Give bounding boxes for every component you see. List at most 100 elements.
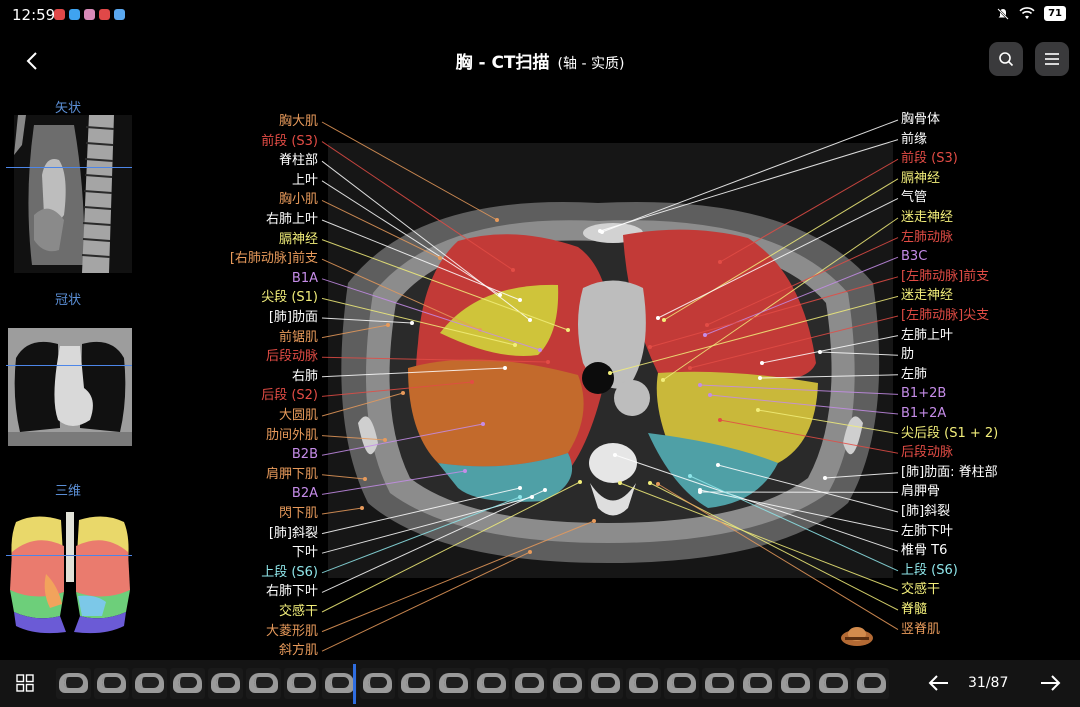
leader-line <box>321 520 595 633</box>
left-anatomy-label[interactable]: 閃下肌 <box>279 506 318 522</box>
slice-thumbnail[interactable] <box>550 668 585 699</box>
right-anatomy-label[interactable]: 迷走神经 <box>901 210 953 226</box>
current-slice-marker[interactable] <box>353 664 356 704</box>
left-anatomy-label[interactable]: 后段 (S2) <box>261 388 318 404</box>
slice-thumbnail-strip[interactable] <box>56 668 904 699</box>
left-anatomy-label[interactable]: B2B <box>292 447 318 463</box>
slice-thumbnail[interactable] <box>816 668 851 699</box>
right-anatomy-label[interactable]: 迷走神经 <box>901 288 953 304</box>
leader-endpoint <box>518 298 522 302</box>
slice-thumbnail[interactable] <box>626 668 661 699</box>
slice-thumbnail[interactable] <box>360 668 395 699</box>
right-anatomy-label[interactable]: 气管 <box>901 190 927 206</box>
right-anatomy-label[interactable]: B1+2A <box>901 406 946 422</box>
leader-line <box>649 276 899 348</box>
leader-endpoint <box>495 218 499 222</box>
leader-endpoint <box>363 477 367 481</box>
left-anatomy-label[interactable]: B1A <box>292 271 318 287</box>
leader-endpoint <box>410 321 414 325</box>
left-anatomy-label[interactable]: 前段 (S3) <box>261 134 318 150</box>
left-anatomy-label[interactable]: 交感干 <box>279 604 318 620</box>
slice-thumbnail[interactable] <box>132 668 167 699</box>
right-anatomy-label[interactable]: B1+2B <box>901 386 946 402</box>
right-anatomy-label[interactable]: 胸骨体 <box>901 112 940 128</box>
right-anatomy-label[interactable]: 竖脊肌 <box>901 622 940 638</box>
right-anatomy-label[interactable]: 膈神经 <box>901 171 940 187</box>
right-anatomy-label[interactable]: 肋 <box>901 347 914 363</box>
left-anatomy-label[interactable]: 后段动脉 <box>266 349 318 365</box>
leader-line <box>657 197 899 319</box>
left-anatomy-label[interactable]: 肩胛下肌 <box>266 467 318 483</box>
slice-thumbnail[interactable] <box>56 668 91 699</box>
leader-line <box>609 295 899 374</box>
right-anatomy-label[interactable]: 前缘 <box>901 132 927 148</box>
right-anatomy-label[interactable]: [肺]肋面: 脊柱部 <box>901 465 998 481</box>
leader-line <box>321 481 581 613</box>
slice-thumbnail[interactable] <box>588 668 623 699</box>
leader-endpoint <box>823 476 827 480</box>
next-slice-button[interactable] <box>1037 670 1063 696</box>
left-anatomy-label[interactable]: B2A <box>292 486 318 502</box>
left-anatomy-label[interactable]: 大菱形肌 <box>266 624 318 640</box>
left-anatomy-label[interactable]: [右肺动脉]前支 <box>230 251 318 267</box>
left-anatomy-label[interactable]: 膈神经 <box>279 232 318 248</box>
right-anatomy-label[interactable]: 尖后段 (S1 + 2) <box>901 426 998 442</box>
leader-line <box>321 180 501 296</box>
left-anatomy-label[interactable]: 斜方肌 <box>279 643 318 659</box>
left-anatomy-label[interactable]: [肺]肋面 <box>269 310 318 326</box>
left-anatomy-label[interactable]: 前锯肌 <box>279 330 318 346</box>
slice-thumbnail[interactable] <box>246 668 281 699</box>
leader-line <box>824 472 899 479</box>
right-anatomy-label[interactable]: 左肺 <box>901 367 927 383</box>
leader-line <box>709 394 899 415</box>
left-anatomy-label[interactable]: 上叶 <box>292 173 318 189</box>
right-anatomy-label[interactable]: 椎骨 T6 <box>901 543 947 559</box>
left-anatomy-label[interactable]: 上段 (S6) <box>261 565 318 581</box>
leader-endpoint <box>648 345 652 349</box>
left-anatomy-label[interactable]: 胸小肌 <box>279 192 318 208</box>
grid-icon[interactable] <box>16 674 34 692</box>
slice-thumbnail[interactable] <box>702 668 737 699</box>
left-anatomy-label[interactable]: 右肺 <box>292 369 318 385</box>
right-anatomy-label[interactable]: [左肺动脉]前支 <box>901 269 989 285</box>
slice-thumbnail[interactable] <box>436 668 471 699</box>
left-anatomy-label[interactable]: 肋间外肌 <box>266 428 318 444</box>
slice-thumbnail[interactable] <box>170 668 205 699</box>
leader-line <box>321 489 546 593</box>
left-anatomy-label[interactable]: 右肺下叶 <box>266 584 318 600</box>
slice-thumbnail[interactable] <box>474 668 509 699</box>
left-anatomy-label[interactable]: 大圆肌 <box>279 408 318 424</box>
right-anatomy-label[interactable]: 前段 (S3) <box>901 151 958 167</box>
right-anatomy-label[interactable]: 左肺动脉 <box>901 230 953 246</box>
left-anatomy-label[interactable]: 脊柱部 <box>279 153 318 169</box>
leader-line <box>761 335 899 364</box>
left-anatomy-label[interactable]: [肺]斜裂 <box>269 526 318 542</box>
right-anatomy-label[interactable]: [肺]斜裂 <box>901 504 950 520</box>
leader-line <box>614 454 899 552</box>
right-anatomy-label[interactable]: 左肺下叶 <box>901 524 953 540</box>
left-anatomy-label[interactable]: 尖段 (S1) <box>261 290 318 306</box>
right-anatomy-label[interactable]: [左肺动脉]尖支 <box>901 308 989 324</box>
right-anatomy-label[interactable]: 肩胛骨 <box>901 484 940 500</box>
right-anatomy-label[interactable]: B3C <box>901 249 927 265</box>
slice-thumbnail[interactable] <box>512 668 547 699</box>
right-anatomy-label[interactable]: 脊髓 <box>901 602 927 618</box>
left-anatomy-label[interactable]: 下叶 <box>292 545 318 561</box>
right-anatomy-label[interactable]: 上段 (S6) <box>901 563 958 579</box>
left-anatomy-label[interactable]: 右肺上叶 <box>266 212 318 228</box>
right-anatomy-label[interactable]: 左肺上叶 <box>901 328 953 344</box>
left-anatomy-label[interactable]: 胸大肌 <box>279 114 318 130</box>
slice-thumbnail[interactable] <box>208 668 243 699</box>
previous-slice-button[interactable] <box>926 670 952 696</box>
slice-thumbnail[interactable] <box>854 668 889 699</box>
slice-thumbnail[interactable] <box>664 668 699 699</box>
right-anatomy-label[interactable]: 交感干 <box>901 582 940 598</box>
slice-thumbnail[interactable] <box>778 668 813 699</box>
right-anatomy-label[interactable]: 后段动脉 <box>901 445 953 461</box>
leader-endpoint <box>546 360 550 364</box>
slice-thumbnail[interactable] <box>740 668 775 699</box>
slice-thumbnail[interactable] <box>398 668 433 699</box>
slice-thumbnail[interactable] <box>94 668 129 699</box>
slice-thumbnail[interactable] <box>284 668 319 699</box>
slice-thumbnail[interactable] <box>322 668 357 699</box>
